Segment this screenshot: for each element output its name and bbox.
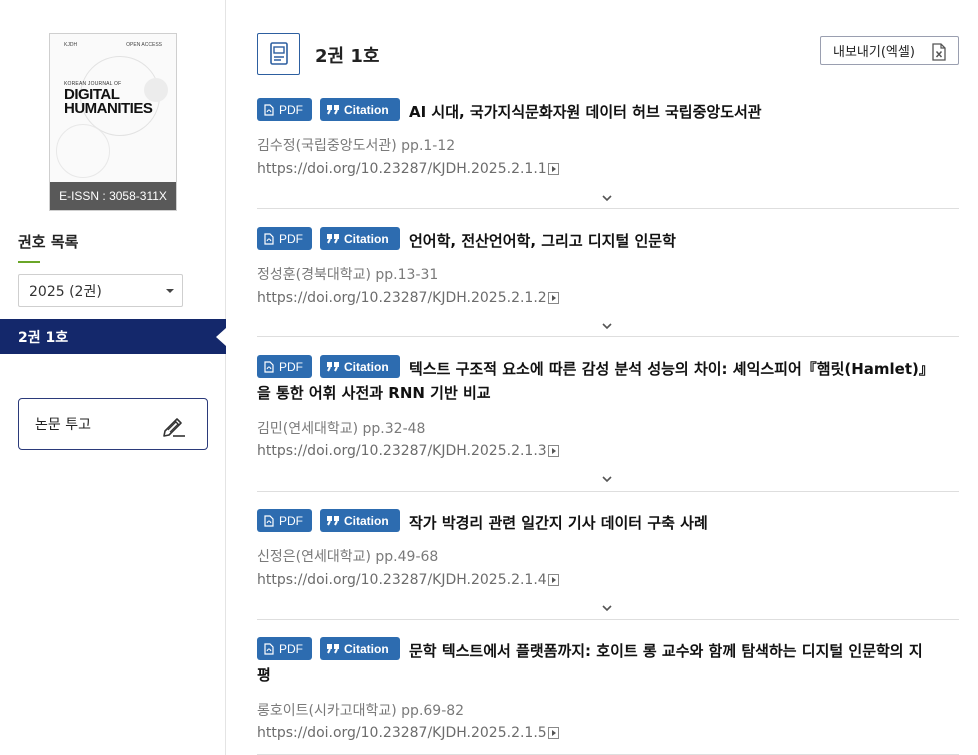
quote-icon xyxy=(327,515,339,525)
page-title: 2권 1호 xyxy=(315,46,380,67)
book-icon xyxy=(269,42,288,65)
citation-button[interactable]: Citation xyxy=(320,98,400,121)
volume-list-heading: 권호 목록 xyxy=(18,233,79,251)
pdf-file-icon xyxy=(264,360,274,373)
chevron-down-icon[interactable] xyxy=(602,474,612,484)
article-title-continued[interactable]: 평 xyxy=(257,664,271,685)
quote-icon xyxy=(327,104,339,114)
article-author: 롱호이트(시카고대학교) pp.69-82 xyxy=(257,703,465,719)
heading-underline xyxy=(18,261,40,263)
year-select-value: 2025 (2권) xyxy=(29,283,102,300)
article-doi[interactable]: https://doi.org/10.23287/KJDH.2025.2.1.2 xyxy=(257,290,559,306)
article-doi[interactable]: https://doi.org/10.23287/KJDH.2025.2.1.3 xyxy=(257,443,559,459)
citation-button[interactable]: Citation xyxy=(320,227,400,250)
issue-icon-box xyxy=(257,33,300,75)
article-title[interactable]: 문학 텍스트에서 플랫폼까지: 호이트 롱 교수와 함께 탐색하는 디지털 인문… xyxy=(409,638,969,665)
cover-open-access: OPEN ACCESS xyxy=(126,42,162,48)
article-item: PDF Citation 작가 박경리 관련 일간지 기사 데이터 구축 사례 … xyxy=(257,509,959,620)
play-arrow-icon[interactable] xyxy=(547,163,559,175)
quote-icon xyxy=(327,233,339,243)
article-title[interactable]: 작가 박경리 관련 일간지 기사 데이터 구축 사례 xyxy=(409,510,969,537)
doi-link[interactable]: https://doi.org/10.23287/KJDH.2025.2.1.3 xyxy=(257,443,547,459)
article-doi[interactable]: https://doi.org/10.23287/KJDH.2025.2.1.1 xyxy=(257,161,559,177)
pdf-file-icon xyxy=(264,514,274,527)
caret-down-icon xyxy=(166,289,174,293)
chevron-down-icon[interactable] xyxy=(602,193,612,203)
quote-icon xyxy=(327,361,339,371)
cover-journal-title: DIGITAL HUMANITIES xyxy=(64,86,153,117)
journal-cover[interactable]: KJDH OPEN ACCESS KOREAN JOURNAL OF DIGIT… xyxy=(49,33,177,211)
play-arrow-icon[interactable] xyxy=(547,445,559,457)
article-title[interactable]: 텍스트 구조적 요소에 따른 감성 분석 성능의 차이: 셰익스피어『햄릿(Ha… xyxy=(409,356,969,383)
sidebar-item-label: 2권 1호 xyxy=(18,329,69,346)
cover-decoration xyxy=(56,124,110,178)
doi-link[interactable]: https://doi.org/10.23287/KJDH.2025.2.1.5 xyxy=(257,725,547,741)
doi-link[interactable]: https://doi.org/10.23287/KJDH.2025.2.1.1 xyxy=(257,161,547,177)
article-author: 신정은(연세대학교) pp.49-68 xyxy=(257,549,439,565)
article-doi[interactable]: https://doi.org/10.23287/KJDH.2025.2.1.5 xyxy=(257,725,559,741)
doi-link[interactable]: https://doi.org/10.23287/KJDH.2025.2.1.4 xyxy=(257,572,547,588)
article-author: 김수정(국립중앙도서관) pp.1-12 xyxy=(257,138,456,154)
submit-paper-label: 논문 투고 xyxy=(35,417,91,433)
article-author: 김민(연세대학교) pp.32-48 xyxy=(257,421,426,437)
play-arrow-icon[interactable] xyxy=(547,727,559,739)
main-content: 2권 1호 내보내기(엑셀) PDF Citation AI 시대, 국가지식문… xyxy=(257,0,978,755)
play-arrow-icon[interactable] xyxy=(547,292,559,304)
pdf-button[interactable]: PDF xyxy=(257,355,312,378)
citation-button[interactable]: Citation xyxy=(320,509,400,532)
chevron-down-icon[interactable] xyxy=(602,321,612,331)
year-select[interactable]: 2025 (2권) xyxy=(18,274,183,307)
article-title-continued[interactable]: 을 통한 어휘 사전과 RNN 기반 비교 xyxy=(257,382,491,403)
export-excel-label: 내보내기(엑셀) xyxy=(833,45,915,60)
doi-link[interactable]: https://doi.org/10.23287/KJDH.2025.2.1.2 xyxy=(257,290,547,306)
article-item: PDF Citation 텍스트 구조적 요소에 따른 감성 분석 성능의 차이… xyxy=(257,355,959,492)
article-item: PDF Citation AI 시대, 국가지식문화자원 데이터 허브 국립중앙… xyxy=(257,98,959,209)
export-excel-button[interactable]: 내보내기(엑셀) xyxy=(820,36,959,65)
article-title[interactable]: 언어학, 전산언어학, 그리고 디지털 인문학 xyxy=(409,228,969,255)
article-item: PDF Citation 문학 텍스트에서 플랫폼까지: 호이트 롱 교수와 함… xyxy=(257,637,959,755)
pdf-button[interactable]: PDF xyxy=(257,227,312,250)
submit-paper-button[interactable]: 논문 투고 xyxy=(18,398,208,450)
quote-icon xyxy=(327,643,339,653)
citation-button[interactable]: Citation xyxy=(320,355,400,378)
citation-button[interactable]: Citation xyxy=(320,637,400,660)
play-arrow-icon[interactable] xyxy=(547,574,559,586)
article-item: PDF Citation 언어학, 전산언어학, 그리고 디지털 인문학 정성훈… xyxy=(257,227,959,337)
excel-file-icon xyxy=(932,43,946,61)
article-author: 정성훈(경북대학교) pp.13-31 xyxy=(257,267,439,283)
chevron-down-icon[interactable] xyxy=(602,603,612,613)
pdf-button[interactable]: PDF xyxy=(257,98,312,121)
sidebar: KJDH OPEN ACCESS KOREAN JOURNAL OF DIGIT… xyxy=(0,0,226,755)
pdf-file-icon xyxy=(264,642,274,655)
pdf-button[interactable]: PDF xyxy=(257,637,312,660)
cover-publisher: KJDH xyxy=(64,42,78,48)
pdf-file-icon xyxy=(264,103,274,116)
pencil-icon xyxy=(163,418,185,437)
sidebar-item-active-issue[interactable]: 2권 1호 xyxy=(0,319,226,354)
active-notch xyxy=(216,328,226,346)
pdf-file-icon xyxy=(264,232,274,245)
cover-issn: E-ISSN : 3058-311X xyxy=(50,182,176,210)
pdf-button[interactable]: PDF xyxy=(257,509,312,532)
article-doi[interactable]: https://doi.org/10.23287/KJDH.2025.2.1.4 xyxy=(257,572,559,588)
article-title[interactable]: AI 시대, 국가지식문화자원 데이터 허브 국립중앙도서관 xyxy=(409,99,969,126)
